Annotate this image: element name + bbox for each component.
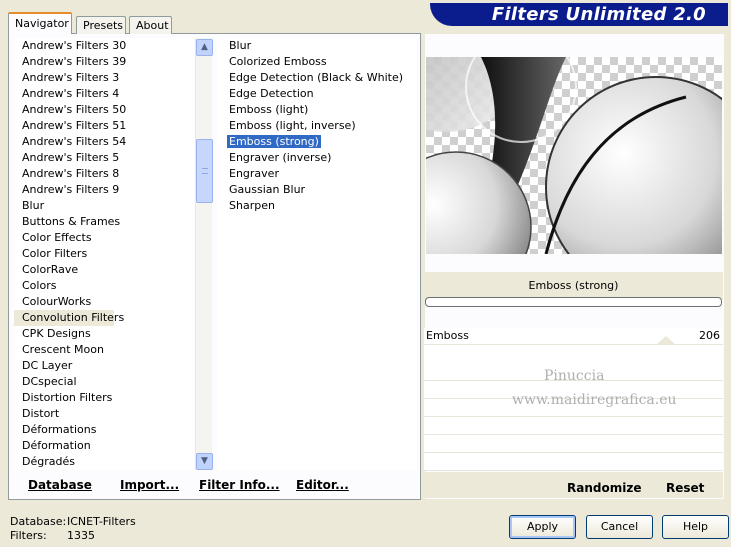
slider-pointer-icon[interactable]	[657, 336, 675, 344]
emboss-preview-graphic	[426, 57, 722, 254]
category-item[interactable]: Andrew's Filters 39	[14, 54, 194, 70]
category-list[interactable]: Andrew's Filters 30 Andrew's Filters 39 An…	[14, 38, 194, 470]
filter-item[interactable]: Blur	[217, 38, 417, 54]
scroll-up-button[interactable]: ▲	[196, 39, 213, 56]
filter-item[interactable]: Gaussian Blur	[217, 182, 417, 198]
reset-button[interactable]: Reset	[666, 481, 704, 495]
filter-item-label: Emboss (light, inverse)	[229, 119, 356, 132]
category-item[interactable]: DCspecial	[14, 374, 194, 390]
empty-parameter-row	[424, 454, 723, 471]
category-item[interactable]: Déformations	[14, 422, 194, 438]
category-item[interactable]: Crescent Moon	[14, 342, 194, 358]
cancel-button[interactable]: Cancel	[586, 515, 653, 539]
category-scrollbar[interactable]: ▲ ▼	[195, 38, 213, 470]
category-item[interactable]: Déformation	[14, 438, 194, 454]
scroll-thumb[interactable]	[196, 139, 213, 203]
filter-item[interactable]: Engraver (inverse)	[217, 150, 417, 166]
filter-item-label: Emboss (light)	[229, 103, 309, 116]
database-label: Database:	[10, 515, 67, 528]
filter-item[interactable]: Engraver	[217, 166, 417, 182]
category-item[interactable]: Andrew's Filters 4	[14, 86, 194, 102]
filter-item-label: Edge Detection	[229, 87, 314, 100]
filter-item[interactable]: Edge Detection	[217, 86, 417, 102]
parameter-row-emboss[interactable]: Emboss 206	[424, 328, 723, 345]
filter-list[interactable]: Blur Colorized Emboss Edge Detection (Blac…	[217, 38, 417, 470]
preview-image	[426, 57, 722, 254]
help-button[interactable]: Help	[662, 515, 729, 539]
preview-button-bar: Randomize Reset	[424, 472, 723, 498]
slider-track[interactable]	[424, 336, 723, 346]
database-button[interactable]: Database	[28, 478, 92, 492]
filter-item-label: Colorized Emboss	[229, 55, 327, 68]
category-item[interactable]: Andrew's Filters 51	[14, 118, 194, 134]
import-button-label: Import...	[120, 478, 180, 492]
category-item[interactable]: Distort	[14, 406, 194, 422]
filters-count-label: Filters:	[10, 529, 47, 542]
apply-button[interactable]: Apply	[509, 515, 576, 539]
category-item[interactable]: Dégradés	[14, 454, 194, 470]
category-item[interactable]: Distortion Filters	[14, 390, 194, 406]
app-title: Filters Unlimited 2.0	[491, 4, 706, 25]
filter-item-label: Sharpen	[229, 199, 275, 212]
category-item[interactable]: Buttons & Frames	[14, 214, 194, 230]
category-item[interactable]: Andrew's Filters 54	[14, 134, 194, 150]
category-item[interactable]: Andrew's Filters 30	[14, 38, 194, 54]
parameter-label: Emboss	[426, 329, 469, 342]
filter-item[interactable]: Sharpen	[217, 198, 417, 214]
category-item[interactable]: Andrew's Filters 9	[14, 182, 194, 198]
filter-item[interactable]: Emboss (strong)	[217, 134, 417, 150]
grip-icon	[202, 168, 208, 174]
category-item[interactable]: Andrew's Filters 5	[14, 150, 194, 166]
parameter-value: 206	[699, 329, 720, 342]
watermark-url: www.maidiregrafica.eu	[512, 392, 677, 408]
tab-about[interactable]: About	[129, 16, 172, 34]
tab-presets[interactable]: Presets	[76, 16, 126, 34]
category-item[interactable]: CPK Designs	[14, 326, 194, 342]
database-value: ICNET-Filters	[67, 515, 136, 528]
editor-button[interactable]: Editor...	[296, 478, 349, 492]
category-item[interactable]: Color Filters	[14, 246, 194, 262]
filter-item-label: Edge Detection (Black & White)	[229, 71, 404, 84]
editor-button-label: Editor...	[296, 478, 349, 492]
category-item[interactable]: Andrew's Filters 8	[14, 166, 194, 182]
tab-navigator[interactable]: Navigator	[8, 12, 72, 34]
category-item[interactable]: ColorRave	[14, 262, 194, 278]
empty-parameter-row	[424, 436, 723, 453]
filter-info-button-label: Filter Info...	[199, 478, 280, 492]
current-filter-name: Emboss (strong)	[424, 272, 723, 299]
filters-count-value: 1335	[67, 529, 95, 542]
filter-item-label: Gaussian Blur	[229, 183, 306, 196]
filter-info-button[interactable]: Filter Info...	[199, 478, 280, 492]
category-item[interactable]: Color Effects	[14, 230, 194, 246]
import-button[interactable]: Import...	[120, 478, 179, 492]
category-item[interactable]: Andrew's Filters 3	[14, 70, 194, 86]
title-banner: Filters Unlimited 2.0	[430, 3, 728, 26]
progress-bar	[425, 297, 722, 307]
filter-item-label: Engraver	[229, 167, 279, 180]
database-button-label: Database	[28, 478, 92, 492]
navigator-button-bar: Database Import... Filter Info... Editor…	[14, 472, 416, 498]
filter-item[interactable]: Edge Detection (Black & White)	[217, 70, 417, 86]
category-item[interactable]: Blur	[14, 198, 194, 214]
filter-item[interactable]: Colorized Emboss	[217, 54, 417, 70]
filter-item-label: Blur	[229, 39, 252, 52]
filter-item[interactable]: Emboss (light, inverse)	[217, 118, 417, 134]
scroll-down-button[interactable]: ▼	[196, 453, 213, 470]
watermark-name: Pinuccia	[544, 368, 605, 384]
status-info: Database:ICNET-Filters Filters: 1335	[10, 515, 136, 543]
filter-item[interactable]: Emboss (light)	[217, 102, 417, 118]
category-item[interactable]: Andrew's Filters 50	[14, 102, 194, 118]
category-item[interactable]: Colors	[14, 278, 194, 294]
category-item[interactable]: Convolution Filters	[14, 310, 124, 326]
filter-item-label: Engraver (inverse)	[229, 151, 332, 164]
randomize-button[interactable]: Randomize	[567, 481, 641, 495]
empty-parameter-row	[424, 418, 723, 435]
category-item[interactable]: DC Layer	[14, 358, 194, 374]
category-item[interactable]: ColourWorks	[14, 294, 194, 310]
filter-item-label: Emboss (strong)	[226, 134, 322, 149]
